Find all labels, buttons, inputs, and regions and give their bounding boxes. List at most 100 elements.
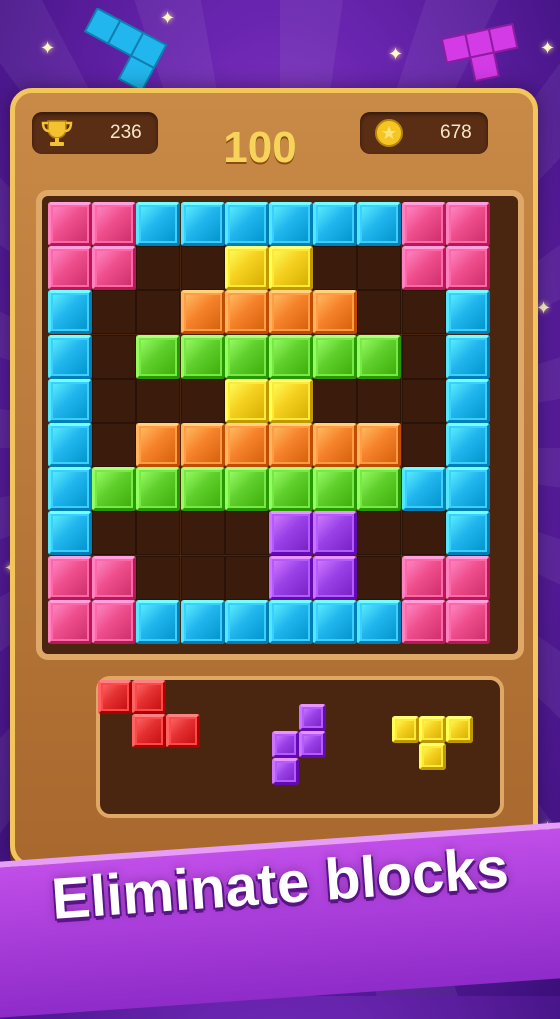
orange-block [269, 423, 313, 467]
blue-block [48, 423, 92, 467]
yellow-piece-block [419, 716, 446, 743]
empty-cell [180, 555, 225, 600]
empty-cell [92, 423, 137, 467]
purple-block [313, 555, 358, 600]
green-block [180, 467, 225, 512]
empty-cell [136, 378, 181, 423]
green-block [180, 334, 225, 379]
pink-block [445, 555, 490, 600]
pink-block [92, 202, 137, 246]
empty-cell [136, 290, 181, 335]
green-block [269, 467, 313, 512]
orange-block [313, 290, 358, 335]
magenta-tetromino-decoration [440, 22, 519, 83]
empty-cell [224, 555, 269, 600]
blue-block [224, 599, 269, 644]
green-block [357, 467, 402, 512]
yellow-block [269, 378, 313, 423]
blue-block [313, 202, 358, 246]
blue-block [180, 202, 225, 246]
orange-block [224, 290, 269, 335]
empty-cell [357, 555, 402, 600]
blue-block [445, 290, 490, 335]
red-piece-block [166, 714, 200, 748]
best-score-panel: 236 [32, 112, 158, 154]
pink-block [445, 202, 490, 246]
sparkle-icon: ✦ [540, 38, 556, 59]
coins-panel: 678 [360, 112, 488, 154]
current-score: 100 [223, 123, 297, 172]
pink-block [48, 246, 92, 291]
empty-cell [136, 511, 181, 556]
empty-cell [180, 378, 225, 423]
empty-cell [92, 378, 137, 423]
red-piece-block [98, 680, 132, 714]
purple-piece-block [299, 704, 326, 731]
blue-block [48, 467, 92, 512]
blue-block [224, 202, 269, 246]
empty-cell [136, 246, 181, 291]
purple-piece-block [272, 731, 299, 758]
blue-block [445, 378, 490, 423]
pink-block [48, 599, 92, 644]
empty-cell [313, 378, 358, 423]
orange-block [313, 423, 358, 467]
empty-cell [357, 378, 402, 423]
empty-cell [92, 290, 137, 335]
pink-block [401, 599, 446, 644]
orange-block [180, 290, 225, 335]
empty-cell [401, 423, 446, 467]
pink-block [401, 555, 446, 600]
green-block [136, 334, 181, 379]
green-block [313, 467, 358, 512]
empty-cell [357, 511, 402, 556]
blue-block [48, 378, 92, 423]
orange-block [224, 423, 269, 467]
green-block [269, 334, 313, 379]
pink-block [48, 202, 92, 246]
blue-block [445, 423, 490, 467]
sparkle-icon: ✦ [536, 298, 552, 319]
coins-value: 678 [440, 122, 472, 143]
red-piece-block [132, 714, 166, 748]
trophy-icon [41, 120, 73, 146]
pink-block [445, 599, 490, 644]
blue-block [48, 290, 92, 335]
empty-cell [180, 246, 225, 291]
purple-piece-block [272, 758, 299, 785]
blue-block [357, 599, 402, 644]
yellow-block [269, 246, 313, 291]
blue-block [136, 202, 181, 246]
pink-block [401, 202, 446, 246]
orange-block [357, 423, 402, 467]
green-block [136, 467, 181, 512]
pink-block [401, 246, 446, 291]
blue-block [445, 511, 490, 556]
yellow-piece-block [419, 743, 446, 770]
yellow-piece-block [446, 716, 473, 743]
empty-cell [401, 290, 446, 335]
empty-cell [401, 334, 446, 379]
blue-block [445, 467, 490, 512]
green-block [313, 334, 358, 379]
blue-block [136, 599, 181, 644]
purple-piece-block [299, 731, 326, 758]
sparkle-icon: ✦ [388, 44, 404, 65]
purple-block [313, 511, 358, 556]
pink-block [48, 555, 92, 600]
coin-icon [375, 119, 403, 147]
pink-block [92, 555, 137, 600]
best-score-value: 236 [110, 122, 142, 143]
yellow-block [224, 246, 269, 291]
game-board[interactable] [36, 190, 524, 660]
blue-block [313, 599, 358, 644]
empty-cell [92, 511, 137, 556]
pink-block [445, 246, 490, 291]
orange-block [136, 423, 181, 467]
empty-cell [136, 555, 181, 600]
orange-block [180, 423, 225, 467]
green-block [224, 467, 269, 512]
blue-block [48, 334, 92, 379]
empty-cell [401, 511, 446, 556]
blue-block [180, 599, 225, 644]
